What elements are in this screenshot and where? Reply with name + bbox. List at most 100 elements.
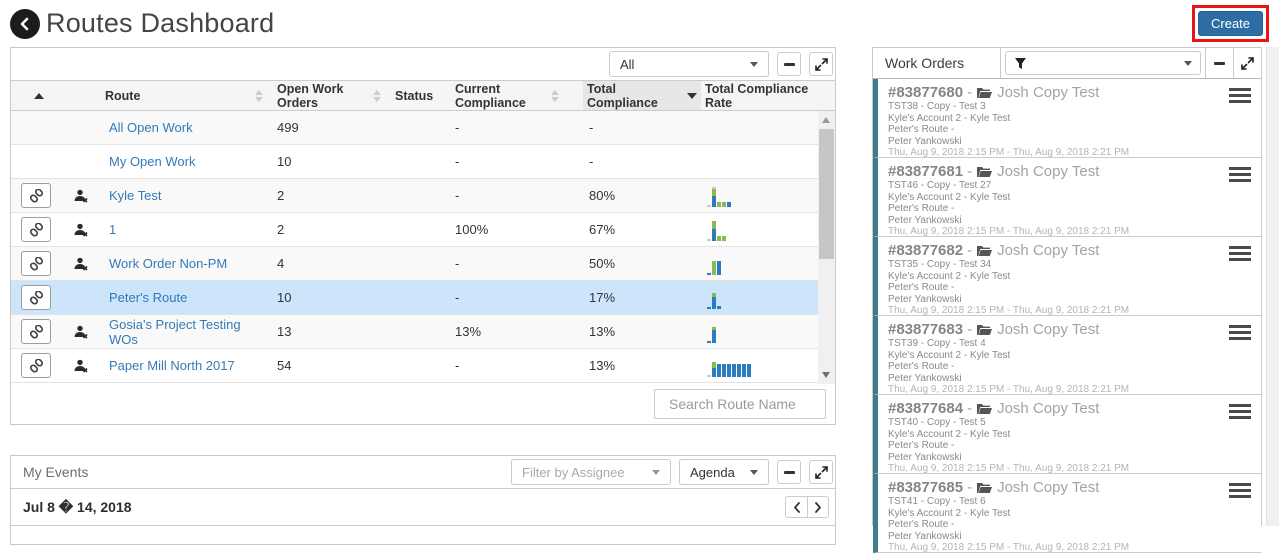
- compliance-rate-sparkline[interactable]: [707, 355, 820, 377]
- work-order-card[interactable]: #83877681 - Josh Copy TestTST46 - Copy -…: [873, 158, 1261, 237]
- view-mode-dropdown[interactable]: Agenda: [679, 459, 769, 485]
- work-orders-list: #83877680 - Josh Copy TestTST38 - Copy -…: [873, 79, 1261, 553]
- route-name-link[interactable]: Gosia's Project Testing WOs: [109, 317, 241, 347]
- open-work-orders-cell: 13: [273, 324, 391, 339]
- card-menu-icon[interactable]: [1229, 246, 1251, 261]
- table-row[interactable]: Peter's Route10-17%: [11, 281, 820, 315]
- link-cell: [11, 319, 67, 344]
- open-route-link-button[interactable]: [21, 217, 51, 242]
- route-name-link[interactable]: Work Order Non-PM: [109, 256, 227, 271]
- page-scrollbar[interactable]: [1266, 47, 1279, 526]
- card-menu-icon[interactable]: [1229, 404, 1251, 419]
- table-row[interactable]: Gosia's Project Testing WOs1313%13%: [11, 315, 820, 349]
- route-filter-dropdown[interactable]: All: [609, 51, 769, 77]
- table-row[interactable]: My Open Work10--: [11, 145, 820, 179]
- card-menu-icon[interactable]: [1229, 167, 1251, 182]
- folder-icon: [976, 165, 993, 178]
- table-row[interactable]: Work Order Non-PM4-50%: [11, 247, 820, 281]
- next-week-button[interactable]: [807, 496, 829, 518]
- open-route-link-button[interactable]: [21, 353, 51, 378]
- work-orders-collapse-button[interactable]: [1205, 48, 1233, 78]
- scroll-up-icon[interactable]: [822, 117, 830, 123]
- route-name-link[interactable]: My Open Work: [109, 154, 195, 169]
- work-order-name[interactable]: Josh Copy Test: [997, 242, 1099, 259]
- work-orders-expand-button[interactable]: [1233, 48, 1261, 78]
- work-order-number[interactable]: #83877683: [888, 321, 963, 338]
- header-current-compliance[interactable]: Current Compliance: [451, 81, 583, 110]
- route-name-link[interactable]: 1: [109, 222, 116, 237]
- table-row[interactable]: Kyle Test2-80%: [11, 179, 820, 213]
- route-cell: Peter's Route: [101, 290, 273, 305]
- card-menu-icon[interactable]: [1229, 325, 1251, 340]
- assignee-cell: [67, 257, 101, 271]
- open-route-link-button[interactable]: [21, 285, 51, 310]
- work-order-number[interactable]: #83877680: [888, 84, 963, 101]
- remove-assignee-icon: [73, 359, 89, 373]
- header-status[interactable]: Status: [391, 81, 451, 110]
- route-name-link[interactable]: Paper Mill North 2017: [109, 358, 235, 373]
- table-row[interactable]: All Open Work499--: [11, 111, 820, 145]
- compliance-rate-sparkline[interactable]: [707, 185, 820, 207]
- events-collapse-button[interactable]: [777, 460, 801, 484]
- work-order-name[interactable]: Josh Copy Test: [997, 163, 1099, 180]
- folder-icon: [976, 402, 993, 415]
- create-button-highlight: Create: [1192, 5, 1269, 42]
- remove-assignee-button[interactable]: [73, 359, 101, 373]
- open-route-link-button[interactable]: [21, 183, 51, 208]
- scrollbar-thumb[interactable]: [819, 129, 834, 259]
- header-route[interactable]: Route: [101, 81, 273, 110]
- work-order-name[interactable]: Josh Copy Test: [997, 479, 1099, 496]
- remove-assignee-button[interactable]: [73, 223, 101, 237]
- header-total-compliance-rate[interactable]: Total Compliance Rate: [701, 81, 820, 110]
- card-menu-icon[interactable]: [1229, 88, 1251, 103]
- search-route-input[interactable]: [654, 389, 826, 419]
- compliance-rate-sparkline[interactable]: [707, 321, 820, 343]
- compliance-rate-sparkline[interactable]: [707, 253, 820, 275]
- work-orders-filter-dropdown[interactable]: [1005, 51, 1201, 75]
- work-order-name[interactable]: Josh Copy Test: [997, 400, 1099, 417]
- events-expand-button[interactable]: [809, 460, 833, 484]
- remove-assignee-icon: [73, 223, 89, 237]
- work-order-number[interactable]: #83877684: [888, 400, 963, 417]
- work-order-card[interactable]: #83877684 - Josh Copy TestTST40 - Copy -…: [873, 395, 1261, 474]
- routes-expand-button[interactable]: [809, 52, 833, 76]
- folder-icon: [976, 481, 993, 494]
- open-route-link-button[interactable]: [21, 319, 51, 344]
- compliance-rate-sparkline[interactable]: [707, 219, 820, 241]
- prev-week-button[interactable]: [785, 496, 807, 518]
- create-button[interactable]: Create: [1198, 11, 1263, 36]
- status-cell: [391, 290, 451, 305]
- remove-assignee-button[interactable]: [73, 325, 101, 339]
- sparkline-bar: [707, 205, 711, 207]
- back-icon[interactable]: [10, 9, 40, 39]
- work-order-number[interactable]: #83877682: [888, 242, 963, 259]
- remove-assignee-button[interactable]: [73, 189, 101, 203]
- work-order-card[interactable]: #83877683 - Josh Copy TestTST39 - Copy -…: [873, 316, 1261, 395]
- work-order-card[interactable]: #83877680 - Josh Copy TestTST38 - Copy -…: [873, 79, 1261, 158]
- card-menu-icon[interactable]: [1229, 483, 1251, 498]
- current-compliance-cell: -: [451, 358, 583, 373]
- remove-assignee-button[interactable]: [73, 257, 101, 271]
- header-total-compliance[interactable]: Total Compliance: [583, 81, 701, 110]
- filter-by-assignee-dropdown[interactable]: Filter by Assignee: [511, 459, 671, 485]
- routes-collapse-button[interactable]: [777, 52, 801, 76]
- table-row[interactable]: Paper Mill North 201754-13%: [11, 349, 820, 383]
- work-order-name[interactable]: Josh Copy Test: [997, 84, 1099, 101]
- header-sort-asc[interactable]: [11, 81, 67, 110]
- scroll-down-icon[interactable]: [822, 372, 830, 378]
- work-order-card[interactable]: #83877682 - Josh Copy TestTST35 - Copy -…: [873, 237, 1261, 316]
- open-route-link-button[interactable]: [21, 251, 51, 276]
- compliance-rate-sparkline[interactable]: [707, 287, 820, 309]
- header-open-work-orders[interactable]: Open Work Orders: [273, 81, 391, 110]
- work-order-number[interactable]: #83877685: [888, 479, 963, 496]
- table-scrollbar[interactable]: [818, 111, 835, 384]
- compliance-rate-cell: [701, 355, 820, 377]
- route-name-link[interactable]: Peter's Route: [109, 290, 187, 305]
- work-order-card[interactable]: #83877685 - Josh Copy TestTST41 - Copy -…: [873, 474, 1261, 553]
- work-order-name[interactable]: Josh Copy Test: [997, 321, 1099, 338]
- work-order-number[interactable]: #83877681: [888, 163, 963, 180]
- work-order-detail-line: Kyle's Account 2 - Kyle Test: [888, 429, 1251, 441]
- route-name-link[interactable]: All Open Work: [109, 120, 193, 135]
- table-row[interactable]: 12100%67%: [11, 213, 820, 247]
- route-name-link[interactable]: Kyle Test: [109, 188, 162, 203]
